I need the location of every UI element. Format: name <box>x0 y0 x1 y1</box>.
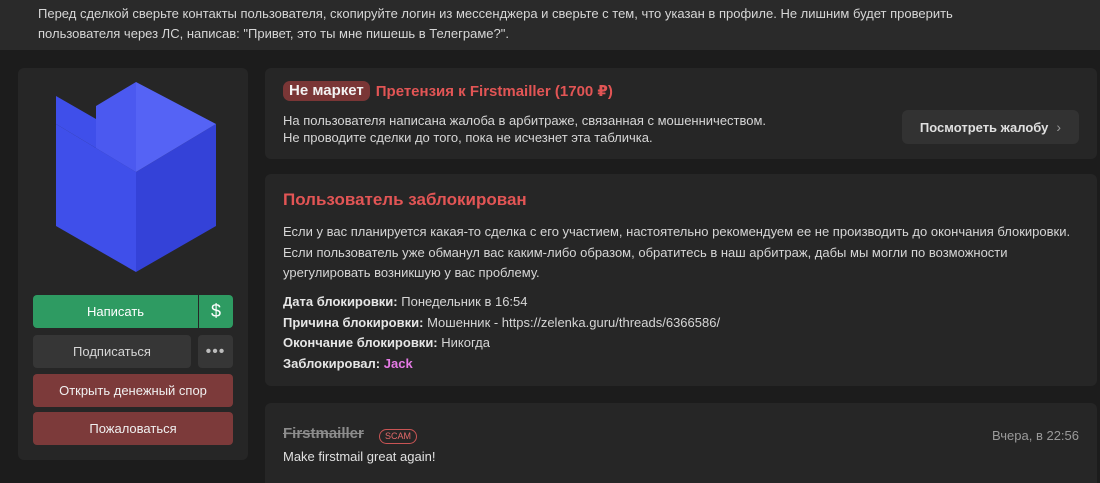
subscribe-button[interactable]: Подписаться <box>33 335 191 368</box>
claim-text: На пользователя написана жалоба в арбитр… <box>283 112 766 146</box>
claim-title[interactable]: Претензия к Firstmailler (1700 ₽) <box>376 82 613 100</box>
dollar-icon[interactable]: $ <box>199 295 233 328</box>
more-options-icon[interactable]: ••• <box>198 335 233 368</box>
chevron-right-icon: › <box>1056 119 1062 135</box>
view-complaint-label: Посмотреть жалобу <box>919 119 1049 135</box>
moderator-link[interactable]: Jack <box>384 356 413 371</box>
profile-header-panel: Firstmailler SCAM Вчера, в 22:56 Make fi… <box>265 403 1097 483</box>
verification-notice: Перед сделкой сверьте контакты пользоват… <box>0 0 1100 50</box>
open-dispute-button[interactable]: Открыть денежный спор <box>33 374 233 407</box>
ban-end-value: Никогда <box>441 335 490 350</box>
notice-line-2: пользователя через ЛС, написав: "Привет,… <box>38 26 509 41</box>
avatar <box>56 82 216 272</box>
ban-end-row: Окончание блокировки: Никогда <box>283 333 720 354</box>
ban-title: Пользователь заблокирован <box>283 190 527 209</box>
view-complaint-button[interactable]: Посмотреть жалобу › <box>902 110 1079 144</box>
notice-line-1: Перед сделкой сверьте контакты пользоват… <box>38 6 953 21</box>
profile-status: Make firstmail great again! <box>283 449 436 464</box>
ban-panel: Пользователь заблокирован Если у вас пла… <box>265 174 1097 386</box>
ban-details: Дата блокировки: Понедельник в 16:54 При… <box>283 292 720 374</box>
claim-header: Не маркет Претензия к Firstmailler (1700… <box>283 81 613 101</box>
claim-line-2: Не проводите сделки до того, пока не исч… <box>283 130 653 145</box>
ban-end-label: Окончание блокировки: <box>283 335 438 350</box>
profile-sidebar: Написать $ Подписаться ••• Открыть денеж… <box>18 68 248 460</box>
claim-panel: Не маркет Претензия к Firstmailler (1700… <box>265 68 1097 159</box>
username: Firstmailler <box>283 425 364 442</box>
scam-badge: SCAM <box>379 429 418 444</box>
banned-by-row: Заблокировал: Jack <box>283 354 720 375</box>
report-button[interactable]: Пожаловаться <box>33 412 233 445</box>
last-seen-date: Вчера, в 22:56 <box>992 428 1079 443</box>
write-message-button[interactable]: Написать <box>33 295 198 328</box>
claim-line-1: На пользователя написана жалоба в арбитр… <box>283 113 767 128</box>
banned-by-label: Заблокировал: <box>283 355 381 371</box>
ban-date-value: Понедельник в 16:54 <box>401 294 528 309</box>
not-market-badge: Не маркет <box>283 81 370 101</box>
ban-reason-row: Причина блокировки: Мошенник - https://z… <box>283 313 720 334</box>
ban-reason-label: Причина блокировки: <box>283 314 424 330</box>
ban-reason-value[interactable]: Мошенник - https://zelenka.guru/threads/… <box>427 315 720 330</box>
ban-date-row: Дата блокировки: Понедельник в 16:54 <box>283 292 720 313</box>
ban-description: Если у вас планируется какая-то сделка с… <box>283 224 1071 280</box>
ban-date-label: Дата блокировки: <box>283 294 398 309</box>
